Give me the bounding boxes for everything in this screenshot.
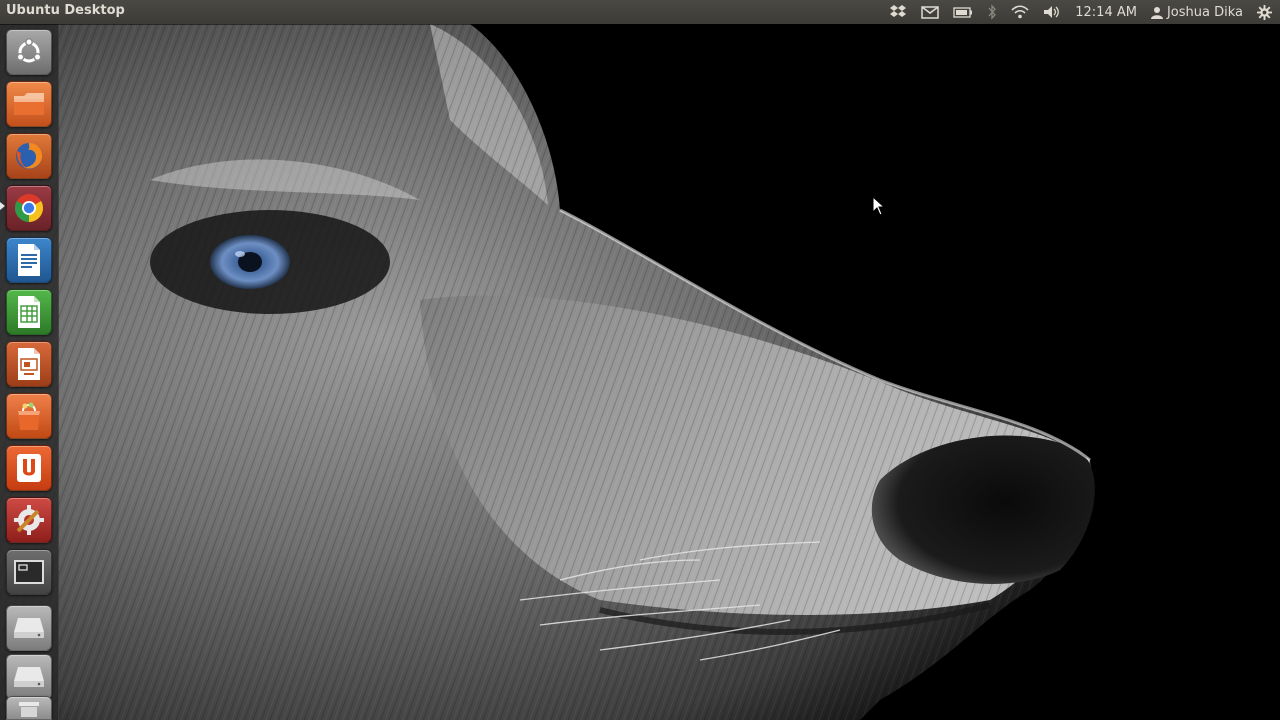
shopping-bag-icon [18, 402, 40, 430]
indicator-area: 12:14 AM Joshua Dika [882, 0, 1280, 24]
wifi-icon [1011, 5, 1029, 19]
ubuntu-one-icon [17, 454, 41, 482]
messaging-indicator[interactable] [914, 0, 946, 24]
trash-icon [19, 702, 39, 717]
clock-indicator[interactable]: 12:14 AM [1068, 0, 1144, 24]
chrome-icon [15, 194, 43, 222]
bluetooth-indicator[interactable] [980, 0, 1004, 24]
top-panel: Ubuntu Desktop 12:14 AM Joshua Dika [0, 0, 1280, 24]
speaker-icon [1044, 6, 1060, 18]
drive-icon [14, 667, 44, 687]
launcher-ubuntu-one[interactable] [6, 445, 52, 491]
drive-icon [14, 618, 44, 638]
user-indicator[interactable]: Joshua Dika [1144, 0, 1247, 24]
settings-tools-icon [14, 505, 44, 535]
battery-icon [953, 6, 973, 18]
dropbox-indicator[interactable] [882, 0, 914, 24]
calc-icon [18, 296, 40, 328]
ubuntu-logo-icon [16, 38, 42, 63]
gear-icon [1257, 4, 1272, 20]
envelope-icon [921, 5, 939, 19]
launcher-trash[interactable] [6, 696, 52, 720]
launcher-calc[interactable] [6, 289, 52, 335]
launcher-dash-home[interactable] [6, 29, 52, 75]
launcher-system-settings[interactable] [6, 497, 52, 543]
launcher-chrome[interactable] [6, 185, 52, 231]
launcher-writer[interactable] [6, 237, 52, 283]
launcher-drive-2[interactable] [6, 654, 52, 700]
sound-indicator[interactable] [1036, 0, 1068, 24]
user-name: Joshua Dika [1166, 4, 1243, 20]
launcher-firefox[interactable] [6, 133, 52, 179]
workspace-icon [14, 560, 44, 584]
launcher-running-pip [0, 202, 5, 210]
launcher-workspace-switcher[interactable] [6, 549, 52, 595]
folder-icon [14, 93, 44, 115]
battery-indicator[interactable] [946, 0, 980, 24]
desktop-wallpaper [0, 0, 1280, 720]
impress-icon [18, 348, 40, 380]
window-title: Ubuntu Desktop [6, 3, 125, 18]
network-indicator[interactable] [1004, 0, 1036, 24]
mouse-pointer-icon [872, 196, 886, 216]
firefox-icon [16, 143, 43, 169]
clock-text: 12:14 AM [1075, 4, 1137, 20]
launcher-software-center[interactable] [6, 393, 52, 439]
launcher-drive-1[interactable] [6, 605, 52, 651]
user-icon [1150, 6, 1163, 19]
dropbox-icon [890, 5, 907, 17]
unity-launcher [0, 24, 59, 720]
launcher-impress[interactable] [6, 341, 52, 387]
bluetooth-icon [988, 4, 997, 20]
session-indicator[interactable] [1247, 0, 1280, 24]
writer-icon [18, 244, 40, 276]
launcher-files[interactable] [6, 81, 52, 127]
